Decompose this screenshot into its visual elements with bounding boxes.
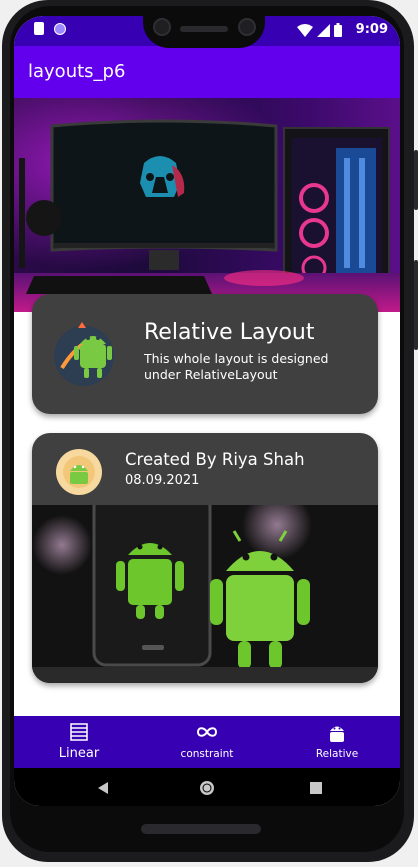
nav-constraint[interactable]: constraint [162,716,252,768]
front-camera-icon [153,18,171,36]
linear-layout-icon [70,723,88,741]
infinity-icon [196,727,218,737]
card-description: This whole layout is designed under Rela… [144,351,329,382]
card-title: Relative Layout [144,320,315,345]
sim-card-icon [34,22,44,35]
status-time: 9:09 [355,22,388,37]
app-bar: layouts_p6 [14,46,400,98]
volume-buttons [414,260,418,350]
notification-dot-icon [54,22,66,35]
android-robots-photo [32,490,378,683]
relative-layout-card[interactable]: Relative Layout This whole layout is des… [32,294,378,414]
bottom-speaker [141,824,261,834]
wifi-icon [297,23,313,37]
nav-constraint-label: constraint [180,748,234,760]
power-button [414,150,418,210]
camera-notch [143,6,265,48]
phone-bezel: 9:09 layouts_p6 Relative Layout This who… [10,6,404,852]
nav-linear[interactable]: Linear [34,716,124,768]
home-icon[interactable] [198,779,216,797]
earpiece-speaker [180,26,228,32]
signal-icon [317,23,330,37]
system-navigation-bar [14,768,400,806]
nav-relative[interactable]: Relative [292,716,382,768]
creator-date: 08.09.2021 [125,473,200,488]
bottom-navigation: Linear constraint Relative [14,716,400,768]
creator-card[interactable]: Created By Riya Shah 08.09.2021 [32,433,378,683]
status-left [34,22,66,35]
device-screen: 9:09 layouts_p6 Relative Layout This who… [14,16,400,806]
phone-frame: 9:09 layouts_p6 Relative Layout This who… [2,0,414,862]
front-sensor-icon [238,18,256,36]
gaming-setup-image [14,98,400,312]
android-avatar-icon [56,449,102,495]
hero-image [14,98,400,312]
nav-relative-label: Relative [315,748,359,760]
android-icon [330,726,344,742]
recents-icon[interactable] [310,782,322,794]
battery-icon [334,23,342,37]
creator-name: Created By Riya Shah [125,450,305,469]
app-title: layouts_p6 [28,61,126,82]
nav-linear-label: Linear [58,746,100,761]
status-icons [297,23,342,37]
back-icon[interactable] [96,781,110,795]
android-rocket-icon [52,318,122,388]
